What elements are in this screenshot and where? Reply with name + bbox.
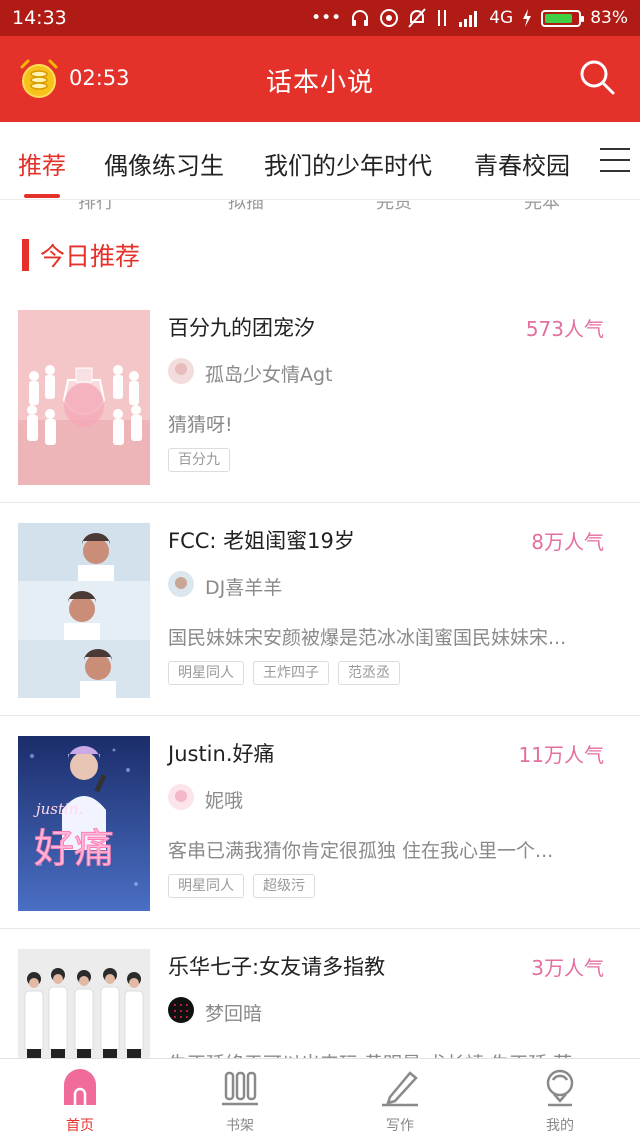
popularity-count: 3万人气 (531, 956, 604, 980)
nav-label: 书架 (226, 1118, 254, 1134)
popularity-count: 8万人气 (531, 530, 604, 554)
tab-idol-producer[interactable]: 偶像练习生 (104, 146, 224, 181)
book-list: 百分九的团宠汐 573人气 孤岛少女情Agt 猜猜呀! 百分九 FCC: 老姐闺… (0, 290, 640, 1058)
status-time: 14:33 (12, 7, 67, 29)
menu-icon[interactable] (600, 148, 630, 174)
book-tags: 明星同人 超级污 (168, 874, 315, 898)
book-cover[interactable]: justin. 好痛 (18, 736, 150, 911)
author-name[interactable]: 妮哦 (205, 786, 243, 813)
profile-icon (546, 1069, 574, 1107)
book-description: 国民妹妹宋安颜被爆是范冰冰闺蜜国民妹妹宋... (168, 627, 567, 649)
app-title: 话本小说 (265, 68, 374, 98)
bookshelf-icon (222, 1071, 258, 1106)
tab-our-youth[interactable]: 我们的少年时代 (264, 146, 432, 181)
search-icon[interactable] (578, 58, 616, 96)
nav-write[interactable]: 写作 (320, 1059, 480, 1138)
book-title[interactable]: 百分九的团宠汐 (168, 312, 315, 342)
book-item[interactable]: 百分九的团宠汐 573人气 孤岛少女情Agt 猜猜呀! 百分九 (0, 290, 640, 503)
book-tag[interactable]: 明星同人 (168, 874, 244, 898)
book-item[interactable]: 乐华七子:女友请多指教 3万人气 梦回暗 朱正廷终于可以出来玩 黄明昊 尤长靖 … (0, 929, 640, 1058)
status-bar: 14:33 ••• 4G 83% (0, 0, 640, 36)
app-header: 02:53 话本小说 (0, 36, 640, 122)
book-description: 朱正廷终于可以出来玩 黄明昊 尤长靖 朱正廷 范... (168, 1049, 623, 1058)
shortcut-label[interactable]: 拟插 (228, 200, 264, 210)
book-tags: 百分九 (168, 448, 230, 472)
section-accent-bar (22, 239, 29, 271)
category-tabs: 推荐 偶像练习生 我们的少年时代 青春校园 (0, 122, 640, 200)
more-dots-icon: ••• (311, 8, 342, 28)
book-tag[interactable]: 明星同人 (168, 661, 244, 685)
author-name[interactable]: 梦回暗 (205, 999, 262, 1026)
status-icons: ••• 4G 83% (311, 8, 628, 28)
scrolled-shortcut-row: 排行 拟插 完责 完本 (0, 200, 640, 210)
nav-home[interactable]: 首页 (0, 1059, 160, 1138)
shortcut-label[interactable]: 排行 (78, 200, 114, 210)
book-tag[interactable]: 范丞丞 (338, 661, 400, 685)
book-tag[interactable]: 超级污 (253, 874, 315, 898)
battery-icon (541, 9, 585, 27)
mute-bell-icon (408, 8, 426, 28)
network-type: 4G (489, 8, 514, 28)
cover-text-main: 好痛 (34, 826, 114, 872)
popularity-count: 11万人气 (518, 743, 604, 767)
book-description: 猜猜呀! (168, 414, 233, 436)
book-cover[interactable] (18, 310, 150, 485)
book-tag[interactable]: 王炸四子 (253, 661, 329, 685)
book-item[interactable]: justin. 好痛 Justin.好痛 11万人气 妮哦 客串已满我猜你肯定很… (0, 716, 640, 929)
book-tag[interactable]: 百分九 (168, 448, 230, 472)
headphones-icon (352, 10, 369, 26)
book-tags: 明星同人 王炸四子 范丞丞 (168, 661, 400, 685)
popularity-count: 573人气 (525, 317, 604, 341)
author-name[interactable]: 孤岛少女情Agt (205, 360, 333, 387)
book-title[interactable]: FCC: 老姐闺蜜19岁 (168, 525, 355, 555)
book-cover[interactable] (18, 949, 150, 1058)
author-avatar[interactable] (168, 358, 194, 384)
nav-profile[interactable]: 我的 (480, 1059, 640, 1138)
author-avatar[interactable] (168, 784, 194, 810)
author-avatar[interactable] (168, 997, 194, 1023)
author-name[interactable]: DJ喜羊羊 (205, 573, 282, 600)
battery-percent: 83% (590, 8, 628, 28)
shortcut-label[interactable]: 完责 (376, 200, 412, 210)
nav-label: 写作 (386, 1118, 414, 1134)
nav-label: 首页 (66, 1118, 94, 1134)
data-arrows-icon (438, 10, 447, 26)
nav-label: 我的 (546, 1118, 574, 1134)
shortcut-label[interactable]: 完本 (524, 200, 560, 210)
pencil-icon (382, 1071, 418, 1107)
bottom-nav: 首页 书架 写作 我的 (0, 1058, 640, 1138)
hotspot-icon (380, 9, 399, 27)
nav-bookshelf[interactable]: 书架 (160, 1059, 320, 1138)
charging-icon (523, 9, 532, 27)
tab-campus[interactable]: 青春校园 (474, 146, 570, 181)
active-tab-indicator (24, 194, 60, 198)
author-avatar[interactable] (168, 571, 194, 597)
home-icon (64, 1069, 96, 1105)
book-title[interactable]: Justin.好痛 (168, 738, 275, 768)
section-title: 今日推荐 (40, 242, 141, 271)
tab-recommend[interactable]: 推荐 (18, 146, 66, 181)
book-description: 客串已满我猜你肯定很孤独 住在我心里一个... (168, 840, 554, 862)
book-item[interactable]: FCC: 老姐闺蜜19岁 8万人气 DJ喜羊羊 国民妹妹宋安颜被爆是范冰冰闺蜜国… (0, 503, 640, 716)
cover-text-top: justin. (33, 800, 83, 818)
book-title[interactable]: 乐华七子:女友请多指教 (168, 951, 385, 981)
section-header: 今日推荐 (22, 238, 140, 272)
signal-icon (459, 11, 478, 27)
book-cover[interactable] (18, 523, 150, 698)
